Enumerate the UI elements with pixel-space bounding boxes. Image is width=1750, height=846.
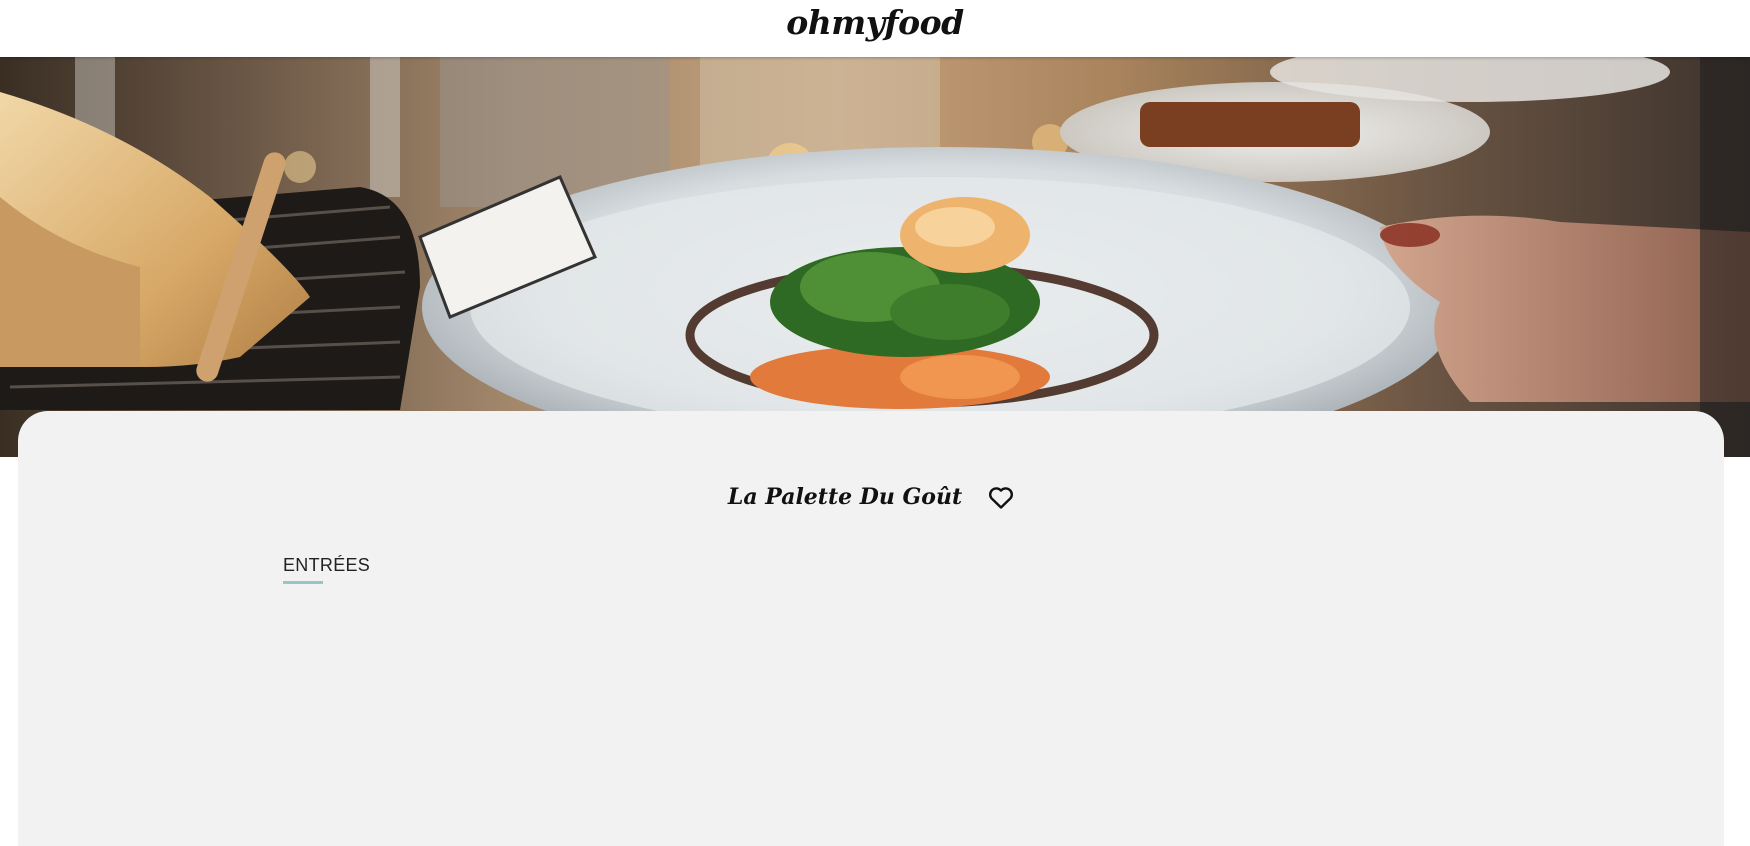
site-logo[interactable]: ohmyfood: [786, 3, 964, 42]
plated-dish-photo-icon: [0, 57, 1750, 457]
section-title-entrees: ENTRÉES: [283, 555, 371, 575]
section-title-underline: [283, 581, 323, 584]
restaurant-menu-card: La Palette Du Goût ENTRÉES: [18, 411, 1724, 846]
dish-card[interactable]: [106, 611, 1356, 663]
dish-card[interactable]: [106, 691, 1356, 743]
heart-outline-icon[interactable]: [988, 486, 1014, 510]
site-header: ohmyfood: [0, 0, 1750, 57]
hero-image: [0, 57, 1750, 457]
restaurant-title-row: La Palette Du Goût: [18, 483, 1724, 510]
restaurant-name: La Palette Du Goût: [727, 483, 963, 510]
dish-card[interactable]: [106, 771, 1356, 823]
